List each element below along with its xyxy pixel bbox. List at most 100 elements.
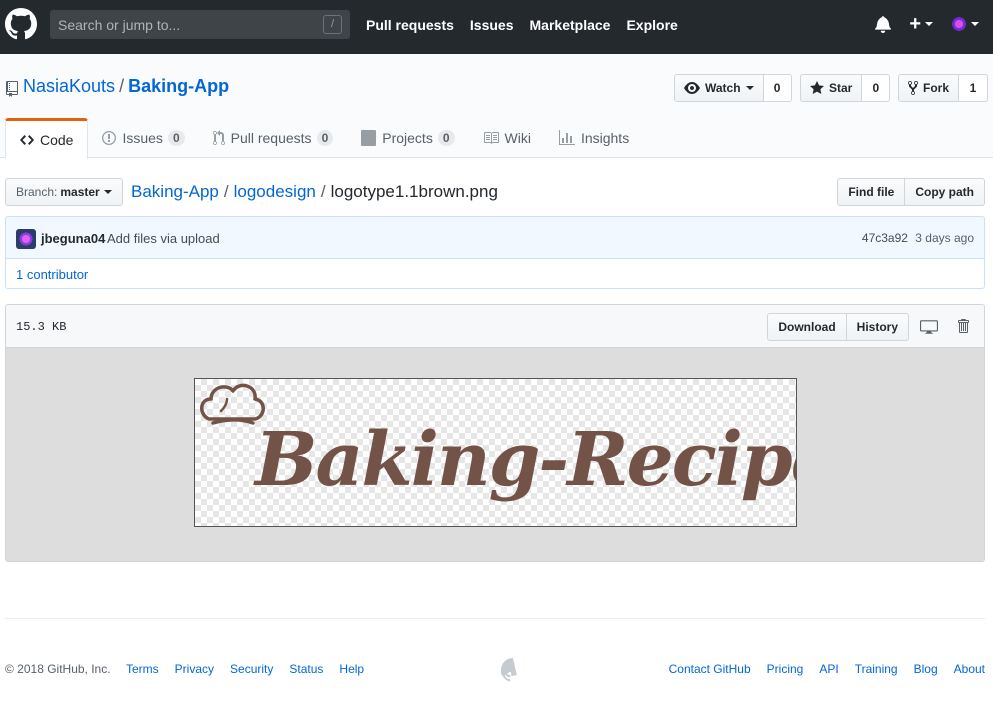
graph-icon xyxy=(558,130,575,145)
tab-wiki-label: Wiki xyxy=(504,130,531,146)
tab-issues[interactable]: Issues 0 xyxy=(88,118,198,158)
footer-right-links: Contact GitHub Pricing API Training Blog… xyxy=(653,662,985,676)
repo-owner-link[interactable]: NasiaKouts xyxy=(23,76,115,96)
search-input[interactable] xyxy=(50,10,350,39)
star-control: Star 0 xyxy=(800,74,891,102)
header-nav: Pull requests Issues Marketplace Explore xyxy=(366,0,694,50)
footer-link-about[interactable]: About xyxy=(954,662,985,676)
chevron-down-icon[interactable] xyxy=(925,22,933,26)
watch-control: Watch 0 xyxy=(674,74,792,102)
commit-time: 3 days ago xyxy=(915,231,974,245)
tab-wiki[interactable]: Wiki xyxy=(469,118,545,158)
project-icon xyxy=(361,130,377,146)
footer-left-links: Terms Privacy Security Status Help xyxy=(126,662,380,676)
branch-select-button[interactable]: Branch: master xyxy=(5,178,123,206)
tab-pull-requests-label: Pull requests xyxy=(230,130,312,146)
nav-pull-requests[interactable]: Pull requests xyxy=(366,17,454,33)
search-shortcut-hint: / xyxy=(323,15,342,34)
issues-counter: 0 xyxy=(167,130,185,146)
trash-icon[interactable] xyxy=(956,318,970,334)
chevron-down-icon[interactable] xyxy=(971,22,979,26)
image-preview-area: Baking-Recipes xyxy=(6,348,984,561)
github-logo-icon[interactable] xyxy=(5,8,37,40)
author-avatar[interactable] xyxy=(16,229,36,249)
tab-code[interactable]: Code xyxy=(5,118,89,159)
nav-issues[interactable]: Issues xyxy=(470,17,514,33)
logo-image: Baking-Recipes xyxy=(194,378,797,527)
user-avatar[interactable] xyxy=(951,16,967,32)
star-count[interactable]: 0 xyxy=(862,74,891,102)
logo-wordmark: Baking-Recipes xyxy=(255,417,796,503)
github-mark-icon[interactable] xyxy=(501,658,525,682)
breadcrumb-separator: / xyxy=(223,182,229,201)
tab-insights-label: Insights xyxy=(580,130,630,146)
footer-link-training[interactable]: Training xyxy=(855,662,898,676)
watch-label: Watch xyxy=(705,81,741,95)
watch-count[interactable]: 0 xyxy=(763,74,792,102)
footer-link-terms[interactable]: Terms xyxy=(126,662,159,676)
fork-label: Fork xyxy=(923,81,950,95)
footer-link-blog[interactable]: Blog xyxy=(914,662,938,676)
footer-link-security[interactable]: Security xyxy=(230,662,273,676)
issue-icon xyxy=(102,131,117,145)
file-size: 15.3 KB xyxy=(16,320,67,334)
footer-link-status[interactable]: Status xyxy=(289,662,323,676)
desktop-icon[interactable] xyxy=(920,320,938,334)
repo-header: NasiaKouts / Baking-App Watch 0 Star 0 For… xyxy=(0,54,993,159)
breadcrumb-folder-link[interactable]: logodesign xyxy=(234,182,316,201)
commit-meta: 47c3a92 3 days ago xyxy=(862,231,974,245)
file-actions: Download History xyxy=(767,313,909,341)
copy-path-button[interactable]: Copy path xyxy=(905,178,985,206)
tab-insights[interactable]: Insights xyxy=(545,118,643,158)
header-actions: + xyxy=(875,14,979,34)
bell-icon[interactable] xyxy=(875,15,892,33)
repo-name-link[interactable]: Baking-App xyxy=(128,76,229,96)
star-icon xyxy=(810,81,824,94)
file-header: 15.3 KB Download History xyxy=(6,305,984,348)
watch-button[interactable]: Watch xyxy=(674,74,764,102)
code-icon xyxy=(20,135,34,145)
contributors-bar: 1 contributor xyxy=(5,258,985,289)
commit-message-link[interactable]: Add files via upload xyxy=(107,231,220,246)
repo-title-separator: / xyxy=(119,76,125,96)
projects-counter: 0 xyxy=(437,130,455,146)
nav-explore[interactable]: Explore xyxy=(626,17,677,33)
footer-link-api[interactable]: API xyxy=(819,662,838,676)
search-box[interactable]: / xyxy=(50,10,350,39)
branch-label: Branch: xyxy=(16,185,58,199)
repo-tabs: Code Issues 0 Pull requests 0 Projects 0… xyxy=(5,118,643,159)
footer-link-pricing[interactable]: Pricing xyxy=(767,662,804,676)
chevron-down-icon xyxy=(103,190,112,194)
global-header: / Pull requests Issues Marketplace Explo… xyxy=(0,0,993,54)
tab-issues-label: Issues xyxy=(122,130,163,146)
download-button[interactable]: Download xyxy=(767,313,847,341)
star-label: Star xyxy=(829,81,853,95)
breadcrumb-separator: / xyxy=(320,182,326,201)
star-button[interactable]: Star xyxy=(800,74,863,102)
footer-link-privacy[interactable]: Privacy xyxy=(175,662,214,676)
footer-link-help[interactable]: Help xyxy=(339,662,364,676)
fork-count[interactable]: 1 xyxy=(959,74,989,102)
tab-code-label: Code xyxy=(40,132,74,148)
eye-icon xyxy=(684,82,700,94)
tab-projects[interactable]: Projects 0 xyxy=(347,118,468,158)
repo-icon xyxy=(6,81,18,97)
book-icon xyxy=(483,132,499,144)
tab-pull-requests[interactable]: Pull requests 0 xyxy=(199,118,348,158)
find-file-button[interactable]: Find file xyxy=(837,178,906,206)
breadcrumb-repo-link[interactable]: Baking-App xyxy=(131,182,219,201)
contributors-link[interactable]: 1 contributor xyxy=(16,267,88,282)
tab-projects-label: Projects xyxy=(382,130,433,146)
footer-link-contact[interactable]: Contact GitHub xyxy=(669,662,751,676)
history-button[interactable]: History xyxy=(846,313,909,341)
commit-sha-link[interactable]: 47c3a92 xyxy=(862,231,908,245)
plus-icon[interactable]: + xyxy=(909,14,921,34)
site-footer: © 2018 GitHub, Inc. Terms Privacy Securi… xyxy=(5,618,985,715)
nav-marketplace[interactable]: Marketplace xyxy=(530,17,611,33)
commit-author-link[interactable]: jbeguna04 xyxy=(41,231,105,246)
fork-control: Fork 1 xyxy=(898,74,989,102)
pull-request-icon xyxy=(212,130,225,145)
file-nav-actions: Find file Copy path xyxy=(837,178,985,206)
pull-requests-counter: 0 xyxy=(316,130,334,146)
fork-button[interactable]: Fork xyxy=(898,74,960,102)
